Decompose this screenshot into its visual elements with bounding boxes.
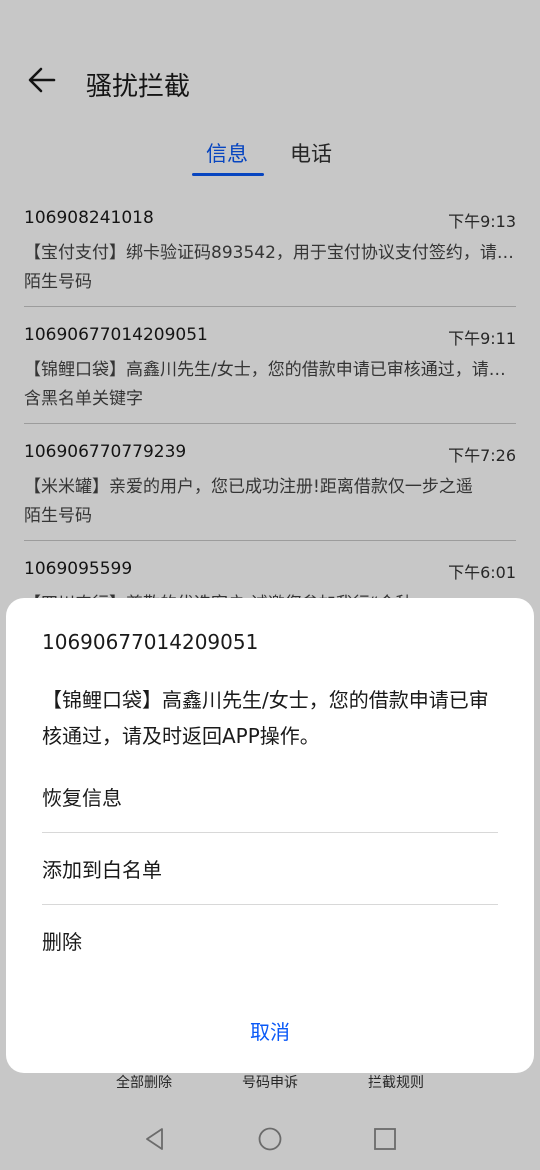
dialog-sender: 10690677014209051 xyxy=(42,630,259,654)
message-action-dialog: 10690677014209051 【锦鲤口袋】高鑫川先生/女士，您的借款申请已… xyxy=(6,598,534,1073)
restore-message-label: 恢复信息 xyxy=(42,786,122,810)
screen: HD 4G 0 K/s 51% 9:14 骚扰拦截 信息 电话 10690824… xyxy=(0,0,540,1170)
cancel-button[interactable]: 取消 xyxy=(220,1016,320,1045)
delete-button[interactable]: 删除 xyxy=(42,904,498,976)
restore-message-button[interactable]: 恢复信息 xyxy=(42,760,498,833)
add-to-whitelist-button[interactable]: 添加到白名单 xyxy=(42,832,498,905)
add-to-whitelist-label: 添加到白名单 xyxy=(42,858,162,882)
dialog-message-body: 【锦鲤口袋】高鑫川先生/女士，您的借款申请已审核通过，请及时返回APP操作。 xyxy=(42,688,489,748)
delete-label: 删除 xyxy=(42,930,82,954)
